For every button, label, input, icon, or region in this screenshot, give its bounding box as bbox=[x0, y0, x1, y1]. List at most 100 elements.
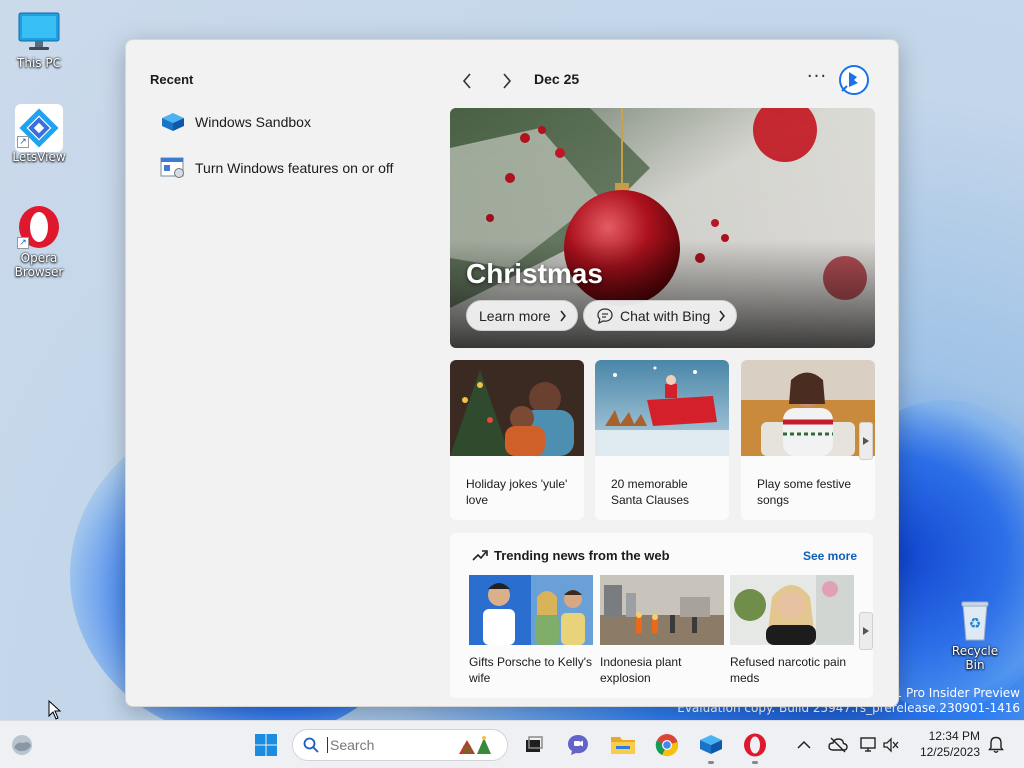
chevron-right-icon bbox=[719, 310, 726, 321]
bell-icon bbox=[988, 736, 1004, 753]
news-card-santa-clauses[interactable]: 20 memorable Santa Clauses bbox=[595, 360, 729, 520]
family-christmas-image bbox=[450, 360, 584, 456]
chevron-up-icon bbox=[797, 740, 811, 749]
onedrive-button[interactable] bbox=[825, 731, 851, 759]
opera-taskbar-button[interactable] bbox=[741, 731, 769, 759]
windows-features-icon bbox=[160, 157, 186, 179]
chat-with-bing-label: Chat with Bing bbox=[620, 307, 711, 324]
network-icon bbox=[860, 737, 876, 752]
system-clock[interactable]: 12:34 PM 12/25/2023 bbox=[906, 728, 980, 760]
news-card-holiday-jokes[interactable]: Holiday jokes 'yule' love bbox=[450, 360, 584, 520]
festive-music-image bbox=[741, 360, 875, 456]
hero-title: Christmas bbox=[466, 258, 603, 289]
desktop-icon-this-pc[interactable]: This PC bbox=[7, 10, 71, 70]
triangle-right-icon bbox=[863, 437, 869, 445]
widgets-date: Dec 25 bbox=[534, 71, 580, 87]
letsview-icon: ↗ bbox=[15, 104, 63, 152]
recent-title: Recent bbox=[150, 72, 194, 87]
clock-date: 12/25/2023 bbox=[919, 745, 980, 759]
windows-sandbox-taskbar-button[interactable] bbox=[697, 731, 725, 759]
desktop-icon-letsview[interactable]: ↗ LetsView bbox=[7, 104, 71, 164]
network-button[interactable] bbox=[856, 731, 882, 759]
file-explorer-button[interactable] bbox=[609, 731, 637, 759]
chrome-icon bbox=[655, 734, 678, 757]
chevron-left-icon bbox=[462, 73, 471, 89]
widgets-weather-button[interactable] bbox=[8, 731, 36, 759]
notifications-button[interactable] bbox=[984, 731, 1008, 759]
search-icon bbox=[303, 737, 319, 753]
learn-more-label: Learn more bbox=[479, 307, 551, 324]
next-day-button[interactable] bbox=[495, 69, 519, 93]
taskbar: 12:34 PM 12/25/2023 bbox=[0, 720, 1024, 768]
clock-time: 12:34 PM bbox=[928, 729, 980, 743]
trending-item-porsche[interactable]: Gifts Porsche to Kelly's wife bbox=[469, 575, 593, 686]
card-title: Play some festive songs bbox=[757, 477, 852, 507]
santa-sleigh-image bbox=[595, 360, 729, 456]
trending-item-title: Refused narcotic pain meds bbox=[730, 655, 847, 685]
trending-item-narcotic[interactable]: Refused narcotic pain meds bbox=[730, 575, 854, 686]
start-button[interactable] bbox=[252, 731, 280, 759]
trending-title: Trending news from the web bbox=[494, 548, 670, 563]
teams-chat-button[interactable] bbox=[564, 731, 592, 759]
weather-icon bbox=[12, 735, 32, 755]
trending-item-indonesia[interactable]: Indonesia plant explosion bbox=[600, 575, 724, 686]
recent-item-windows-features[interactable]: Turn Windows features on or off bbox=[160, 156, 393, 180]
portrait-photo-image bbox=[730, 575, 854, 645]
bing-icon bbox=[839, 65, 869, 95]
desktop-icon-label: Opera Browser bbox=[14, 251, 64, 279]
running-indicator bbox=[708, 761, 714, 764]
shortcut-arrow-icon: ↗ bbox=[17, 237, 29, 249]
hero-card-christmas[interactable]: Christmas Learn more Chat with Bing bbox=[450, 108, 875, 348]
desktop-icon-label: Recycle Bin bbox=[951, 644, 999, 672]
card-title: Holiday jokes 'yule' love bbox=[466, 477, 568, 507]
recycle-bin-icon: ♻ bbox=[953, 598, 997, 642]
cloud-offline-icon bbox=[828, 737, 848, 753]
sandbox-icon bbox=[160, 111, 186, 133]
card-title: 20 memorable Santa Clauses bbox=[611, 477, 690, 507]
widgets-panel: Recent Windows Sandbox Turn Windows feat… bbox=[125, 39, 899, 707]
chat-bubble-icon bbox=[597, 307, 613, 324]
chrome-button[interactable] bbox=[653, 731, 681, 759]
sandbox-icon bbox=[700, 735, 722, 754]
desktop-icon-label: LetsView bbox=[12, 150, 66, 164]
desktop-icon-recycle-bin[interactable]: ♻ Recycle Bin bbox=[943, 598, 1007, 672]
windows-logo-icon bbox=[255, 734, 277, 756]
task-view-button[interactable] bbox=[519, 731, 547, 759]
more-options-button[interactable]: ··· bbox=[804, 66, 830, 92]
chat-with-bing-button[interactable]: Chat with Bing bbox=[583, 300, 738, 331]
svg-text:♻: ♻ bbox=[969, 616, 982, 632]
search-input[interactable] bbox=[327, 737, 457, 753]
explosion-site-image bbox=[600, 575, 724, 645]
recent-item-windows-sandbox[interactable]: Windows Sandbox bbox=[160, 110, 311, 134]
shortcut-arrow-icon: ↗ bbox=[17, 136, 29, 148]
desktop-icon-label: This PC bbox=[17, 56, 61, 70]
trending-scroll-right-button[interactable] bbox=[859, 612, 873, 650]
taskbar-search[interactable] bbox=[292, 729, 508, 761]
desktop-icon-opera[interactable]: ↗ Opera Browser bbox=[7, 205, 71, 279]
athletes-photo-image bbox=[469, 575, 593, 645]
running-indicator bbox=[752, 761, 758, 764]
trending-news-section: Trending news from the web See more Gift… bbox=[450, 533, 873, 698]
chevron-right-icon bbox=[503, 73, 512, 89]
triangle-right-icon bbox=[863, 627, 869, 635]
show-hidden-icons-button[interactable] bbox=[792, 731, 816, 759]
see-more-link[interactable]: See more bbox=[803, 549, 857, 563]
volume-button[interactable] bbox=[880, 731, 902, 759]
cards-scroll-right-button[interactable] bbox=[859, 422, 873, 460]
news-card-festive-songs[interactable]: Play some festive songs bbox=[741, 360, 875, 520]
recent-item-label: Turn Windows features on or off bbox=[195, 160, 394, 176]
chat-icon bbox=[568, 735, 588, 755]
learn-more-button[interactable]: Learn more bbox=[466, 300, 578, 331]
recent-item-label: Windows Sandbox bbox=[195, 114, 311, 130]
christmas-search-highlight-icon bbox=[459, 736, 491, 754]
task-view-icon bbox=[526, 736, 543, 752]
previous-day-button[interactable] bbox=[455, 69, 479, 93]
trending-item-title: Gifts Porsche to Kelly's wife bbox=[469, 655, 592, 685]
chevron-right-icon bbox=[560, 310, 566, 321]
folder-icon bbox=[611, 737, 635, 754]
bing-chat-button[interactable] bbox=[838, 64, 870, 96]
monitor-icon bbox=[17, 10, 61, 54]
trending-item-title: Indonesia plant explosion bbox=[600, 655, 682, 685]
volume-muted-icon bbox=[883, 737, 899, 753]
trending-up-icon bbox=[472, 550, 488, 561]
